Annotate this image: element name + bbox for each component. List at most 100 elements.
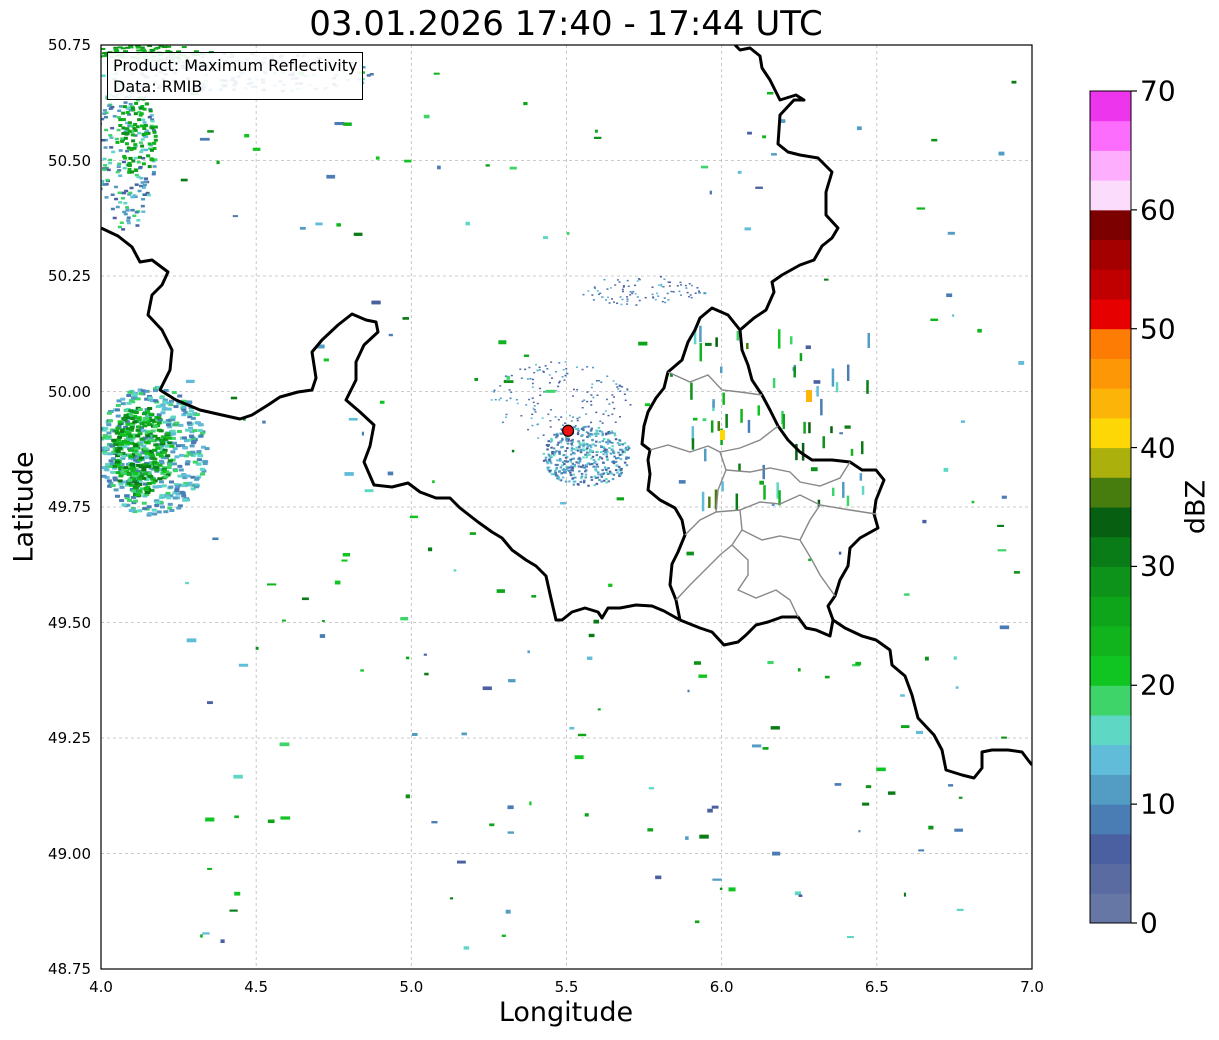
echo-cell: [405, 656, 410, 660]
echo-cell: [568, 414, 571, 417]
echo-cell: [668, 285, 671, 287]
echo-cell: [605, 478, 608, 481]
echo-cell: [676, 285, 679, 287]
echo-cell: [637, 278, 640, 280]
echo-cell: [602, 413, 605, 415]
colorbar-tick-label: 0: [1140, 906, 1158, 940]
echo-cell: [170, 429, 176, 433]
lat-tick-label: 50.25: [48, 267, 91, 285]
echo-streak: [772, 378, 776, 389]
echo-cell: [590, 478, 594, 481]
echo-cell: [146, 505, 152, 509]
echo-cell: [102, 109, 107, 112]
echo-cell: [449, 897, 454, 900]
echo-cell: [142, 127, 147, 131]
echo-cell: [608, 447, 611, 450]
echo-cell: [139, 48, 145, 51]
lat-tick-label: 49.00: [48, 844, 91, 863]
echo-cell: [844, 425, 851, 429]
echo-cell: [199, 467, 205, 471]
echo-cell: [579, 480, 583, 483]
echo-cell: [252, 147, 261, 151]
echo-cell: [139, 437, 145, 441]
echo-cell: [173, 405, 179, 409]
echo-cell: [632, 290, 635, 293]
echo-cell: [616, 471, 619, 474]
echo-cell: [590, 400, 593, 403]
info-box: Product: Maximum Reflectivity Data: RMIB: [107, 52, 364, 100]
echo-cell: [173, 469, 179, 473]
echo-cell: [612, 473, 616, 476]
echo-cell: [766, 91, 774, 95]
echo-cell: [918, 849, 925, 852]
echo-cell: [698, 674, 708, 678]
lat-tick-label: 50.75: [48, 36, 91, 54]
echo-cell: [605, 481, 608, 484]
echo-cell: [900, 694, 905, 697]
echo-cell: [692, 417, 698, 421]
echo-cell: [652, 296, 655, 298]
colorbar-segment: [1090, 269, 1131, 300]
echo-cell: [152, 389, 158, 393]
echo-cell: [545, 389, 556, 393]
echo-cell: [623, 393, 626, 396]
echo-cell: [135, 434, 141, 438]
echo-cell: [112, 216, 117, 220]
echo-cell: [702, 418, 707, 422]
echo-cell: [123, 212, 128, 216]
echo-cell: [130, 462, 136, 466]
echo-cell: [564, 456, 568, 459]
echo-cell: [322, 620, 325, 623]
echo-cell: [169, 508, 175, 512]
echo-cell: [865, 785, 872, 789]
echo-cell: [118, 149, 123, 152]
echo-cell: [542, 236, 549, 240]
echo-cell: [693, 661, 701, 665]
echo-cell: [152, 425, 158, 429]
echo-streak: [699, 325, 702, 343]
echo-cell: [571, 469, 575, 472]
echo-cell: [767, 660, 774, 665]
echo-cell: [122, 105, 127, 109]
echo-cell: [234, 891, 241, 896]
echo-cell: [176, 429, 182, 433]
echo-cell: [762, 747, 769, 750]
echo-cell: [423, 653, 427, 656]
echo-cell: [185, 379, 195, 384]
echo-cell: [609, 452, 613, 455]
echo-cell: [585, 456, 588, 459]
echo-cell: [547, 413, 550, 416]
echo-cell: [130, 417, 136, 421]
echo-cell: [159, 440, 165, 444]
echo-cell: [597, 379, 600, 382]
echo-cell: [563, 463, 566, 466]
echo-cell: [555, 370, 558, 373]
echo-cell: [608, 302, 611, 304]
echo-cell: [299, 226, 306, 230]
echo-cell: [150, 429, 156, 433]
echo-cell: [606, 288, 609, 290]
echo-cell: [103, 164, 108, 167]
echo-cell: [118, 474, 124, 478]
echo-cell: [135, 125, 140, 129]
echo-cell: [125, 149, 130, 153]
echo-cell: [161, 451, 167, 455]
echo-cell: [606, 375, 609, 377]
echo-cell: [431, 821, 438, 824]
echo-streak: [717, 421, 720, 431]
echo-cell: [203, 460, 209, 464]
echo-cell: [110, 126, 115, 130]
lon-tick-label: 5.5: [554, 978, 579, 996]
echo-cell: [134, 101, 139, 105]
echo-cell: [482, 686, 492, 691]
echo-cell: [601, 296, 604, 299]
echo-cell: [578, 470, 581, 473]
echo-cell: [200, 431, 206, 435]
echo-cell: [686, 551, 694, 556]
echo-cell: [177, 464, 183, 468]
echo-cell: [125, 127, 130, 131]
echo-cell: [946, 293, 953, 298]
echo-cell: [570, 420, 573, 422]
echo-cell: [129, 170, 134, 174]
echo-cell: [139, 456, 145, 460]
